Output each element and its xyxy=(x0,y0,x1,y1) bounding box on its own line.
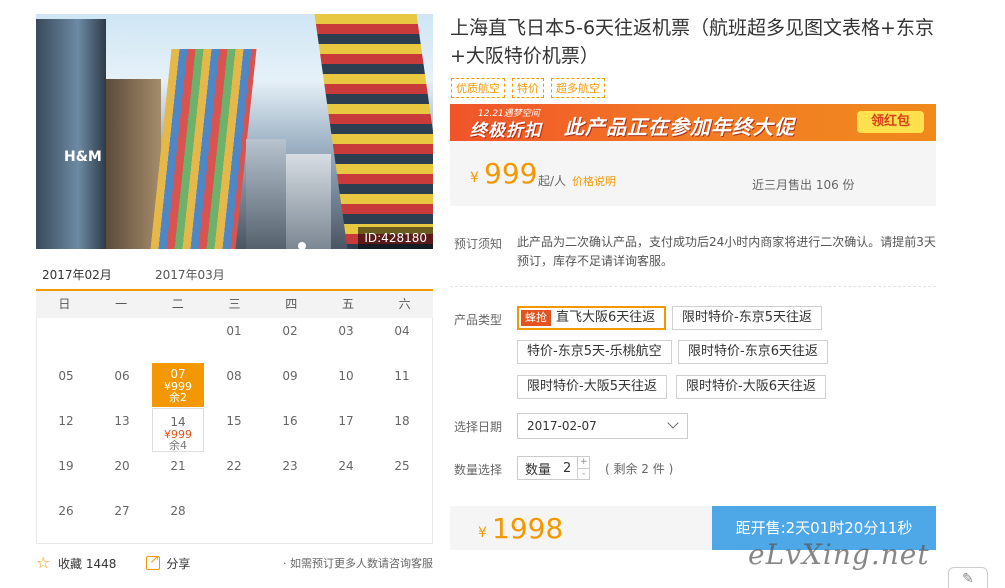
booking-notice: 此产品为二次确认产品，支付成功后24小时内商家将进行二次确认。请提前3天预订，库… xyxy=(517,235,936,268)
tab-2017-03[interactable]: 2017年03月 xyxy=(155,266,225,283)
option-tokyo-6d-special[interactable]: 限时特价-东京6天往返 xyxy=(678,340,828,364)
date-label: 选择日期 xyxy=(454,420,503,434)
calendar-day: 13 xyxy=(114,414,130,428)
total-price-box: ¥ 1998 xyxy=(450,506,712,550)
calendar-day: 19 xyxy=(58,459,74,473)
option-osaka-5d-special[interactable]: 限时特价-大阪5天往返 xyxy=(517,375,667,399)
price-explanation-link[interactable]: 价格说明 xyxy=(572,173,616,189)
promo-banner[interactable]: 12.21遇梦空间 终极折扣 此产品正在参加年终大促 领红包 xyxy=(450,104,936,141)
calendar-day: 20 xyxy=(114,459,130,473)
quantity-stepper[interactable]: 数量 2 + - xyxy=(517,456,591,480)
calendar-day: 12 xyxy=(58,414,74,428)
product-photo[interactable]: H&M ID:428180 xyxy=(36,14,433,249)
calendar-weekday-header: 日 一 二 三 四 五 六 xyxy=(36,291,433,318)
weekday-tue: 二 xyxy=(171,297,184,311)
photo-footer: ☆ 收藏 1448 分享 · 如需预订更多人数请咨询客服 xyxy=(36,552,433,574)
calendar-day: 27 xyxy=(114,504,130,518)
watermark: eLvXing.net xyxy=(748,538,930,571)
option-tokyo-5d-peach[interactable]: 特价-东京5天-乐桃航空 xyxy=(517,340,672,364)
date-select[interactable]: 2017-02-07 xyxy=(517,413,688,439)
calendar-day: 02 xyxy=(282,324,298,338)
photo-id-label: ID:428180 xyxy=(358,227,433,249)
tab-2017-02[interactable]: 2017年02月 xyxy=(42,266,112,283)
calendar-day: 16 xyxy=(282,414,298,428)
weekday-sat: 六 xyxy=(398,297,411,311)
calendar-day: 15 xyxy=(226,414,242,428)
weekday-thu: 四 xyxy=(285,297,298,311)
weekday-mon: 一 xyxy=(115,297,128,311)
price-unit: 起/人 xyxy=(538,174,567,188)
chevron-down-icon xyxy=(667,417,679,429)
weekday-wed: 三 xyxy=(228,297,241,311)
banner-main-text: 此产品正在参加年终大促 xyxy=(564,115,795,139)
quantity-field-label: 数量 xyxy=(525,462,552,478)
product-title: 上海直飞日本5-6天往返机票（航班超多见图文表格+东京+大阪特价机票） xyxy=(450,17,934,67)
calendar-day: 18 xyxy=(394,414,410,428)
calendar-day: 10 xyxy=(338,369,354,383)
currency-symbol: ¥ xyxy=(470,170,479,186)
carousel-dot[interactable] xyxy=(298,242,306,249)
banner-headline: 终极折扣 xyxy=(470,121,542,141)
store-sign: H&M xyxy=(64,149,102,165)
edit-icon[interactable]: ✎ xyxy=(948,567,988,588)
calendar-day-selected[interactable]: 07 ¥999 余2 xyxy=(152,363,204,407)
day-remain: 余4 xyxy=(169,439,187,452)
stock-remaining: ( 剩余 2 件 ) xyxy=(605,462,674,476)
total-currency: ¥ xyxy=(478,525,487,541)
price-box: ¥ 999 起/人 价格说明 近三月售出 106 份 xyxy=(450,141,936,206)
total-amount: 1998 xyxy=(492,512,564,545)
weekday-sun: 日 xyxy=(58,297,71,311)
quantity-value[interactable]: 2 xyxy=(557,461,577,476)
favorite-link[interactable]: 收藏 1448 xyxy=(58,555,116,572)
calendar-day-available[interactable]: 14 ¥999 余4 xyxy=(152,408,204,452)
weekday-fri: 五 xyxy=(341,297,354,311)
day-remain: 余2 xyxy=(169,391,187,404)
increment-button[interactable]: + xyxy=(578,457,589,468)
product-type-label: 产品类型 xyxy=(454,313,503,327)
quantity-label: 数量选择 xyxy=(454,463,503,477)
calendar-day: 26 xyxy=(58,504,74,518)
decrement-button[interactable]: - xyxy=(578,468,590,480)
calendar-day: 25 xyxy=(394,459,410,473)
calendar-day: 05 xyxy=(58,369,74,383)
calendar-day: 28 xyxy=(170,504,186,518)
get-coupon-button[interactable]: 领红包 xyxy=(856,111,924,133)
calendar-day: 24 xyxy=(338,459,354,473)
share-icon[interactable] xyxy=(146,552,161,570)
calendar-day: 09 xyxy=(282,369,298,383)
calendar-day: 08 xyxy=(226,369,242,383)
calendar-grid: 01 02 03 04 05 06 07 ¥999 余2 08 09 10 11… xyxy=(36,318,433,544)
calendar-day: 17 xyxy=(338,414,354,428)
flash-sale-badge: 蜂抢 xyxy=(521,310,551,326)
divider xyxy=(450,286,936,287)
calendar-day: 04 xyxy=(394,324,410,338)
star-icon[interactable]: ☆ xyxy=(36,555,52,571)
calendar-day: 11 xyxy=(394,369,410,383)
calendar-day: 06 xyxy=(114,369,130,383)
sales-count: 近三月售出 106 份 xyxy=(752,178,855,192)
consult-note: · 如需预订更多人数请咨询客服 xyxy=(283,557,433,570)
notice-label: 预订须知 xyxy=(454,237,503,251)
price-amount: 999 xyxy=(484,157,538,190)
tag-special-price: 特价 xyxy=(512,78,544,98)
calendar-day: 21 xyxy=(170,459,186,473)
option-direct-osaka-6d[interactable]: 蜂抢 直飞大阪6天往返 xyxy=(517,306,667,330)
calendar-day: 22 xyxy=(226,459,242,473)
option-osaka-6d-special[interactable]: 限时特价-大阪6天往返 xyxy=(676,375,826,399)
calendar-month-tabs: 2017年02月 2017年03月 xyxy=(36,260,433,291)
product-tags: 优质航空 特价 超多航空 xyxy=(451,78,605,98)
tag-quality-airline: 优质航空 xyxy=(451,78,505,98)
tag-many-airlines: 超多航空 xyxy=(551,78,605,98)
share-link[interactable]: 分享 xyxy=(166,555,190,572)
calendar-day: 23 xyxy=(282,459,298,473)
option-tokyo-5d-special[interactable]: 限时特价-东京5天往返 xyxy=(672,306,822,330)
calendar-day: 03 xyxy=(338,324,354,338)
calendar-day: 01 xyxy=(226,324,242,338)
